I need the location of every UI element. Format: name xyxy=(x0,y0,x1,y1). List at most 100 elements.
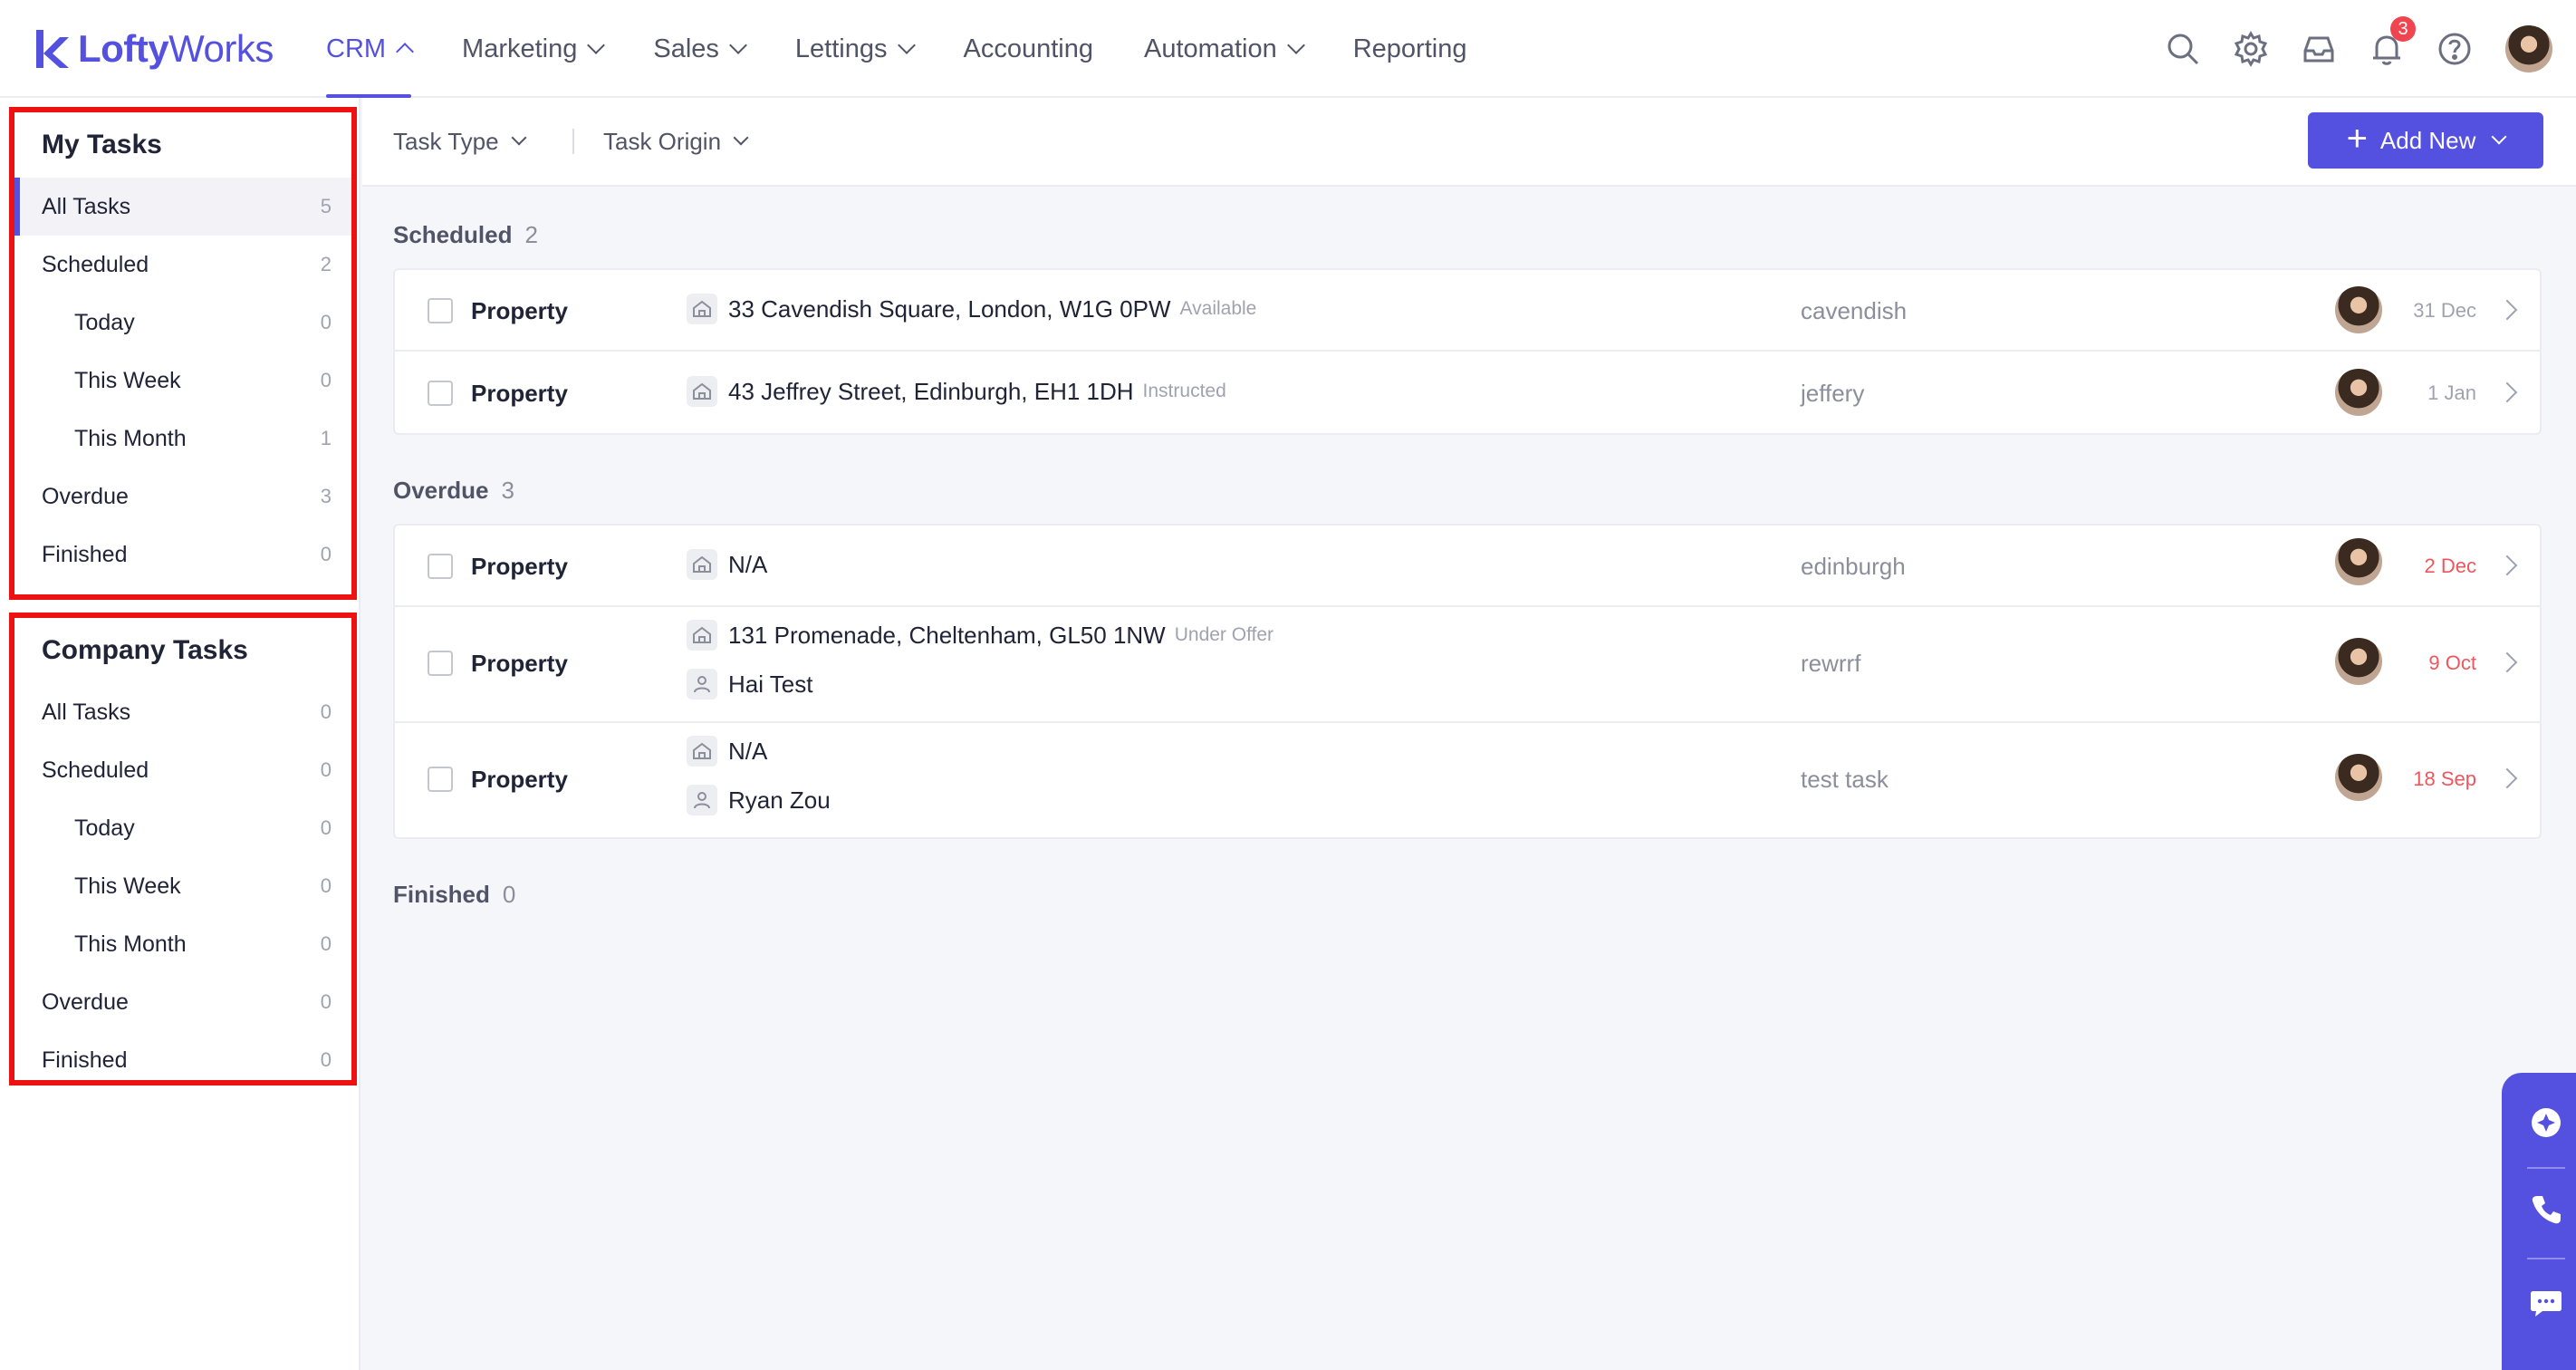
nav-accounting[interactable]: Accounting xyxy=(964,0,1094,98)
task-name: cavendish xyxy=(1801,297,1908,324)
task-row[interactable]: Property N/A edinburgh 2 Dec xyxy=(395,526,2540,607)
task-property: N/A xyxy=(687,549,767,580)
search-icon[interactable] xyxy=(2163,29,2203,69)
company-tasks-overdue[interactable]: Overdue 0 xyxy=(14,973,351,1031)
loftyworks-logo[interactable]: LoftyWorks xyxy=(33,24,274,74)
task-checkbox[interactable] xyxy=(428,554,453,579)
my-tasks-all[interactable]: All Tasks 5 xyxy=(14,178,351,236)
nav-lettings[interactable]: Lettings xyxy=(795,0,916,98)
property-address[interactable]: 33 Cavendish Square, London, W1G 0PW xyxy=(728,295,1171,323)
my-tasks-this-week[interactable]: This Week 0 xyxy=(14,352,351,410)
company-tasks-title: Company Tasks xyxy=(42,635,248,665)
property-address[interactable]: N/A xyxy=(728,551,767,579)
main-nav: CRM Marketing Sales Lettings Accounting … xyxy=(326,0,1517,98)
chevron-right-icon[interactable] xyxy=(2496,767,2518,789)
task-name: edinburgh xyxy=(1801,553,1906,580)
task-row[interactable]: Property N/A Ryan Zou test task 18 Sep xyxy=(395,723,2540,839)
task-due-date: 18 Sep xyxy=(2413,767,2476,790)
task-sidebar: My Tasks All Tasks 5 Scheduled 2 Today 0 Th… xyxy=(0,98,360,1370)
property-status: Available xyxy=(1179,298,1257,319)
scheduled-section-header: Scheduled 2 xyxy=(393,221,538,248)
task-property: 43 Jeffrey Street, Edinburgh, EH1 1DH In… xyxy=(687,376,1226,407)
filter-bar: Task Type Task Origin xyxy=(362,98,2576,187)
house-icon xyxy=(687,620,717,651)
company-tasks-today[interactable]: Today 0 xyxy=(14,799,351,857)
task-origin-filter[interactable]: Task Origin xyxy=(603,123,749,159)
property-status: Instructed xyxy=(1142,381,1226,401)
overdue-task-list: Property N/A edinburgh 2 Dec Property 13… xyxy=(393,524,2542,839)
task-checkbox[interactable] xyxy=(428,767,453,792)
chevron-right-icon[interactable] xyxy=(2496,651,2518,673)
top-navigation-bar: LoftyWorks CRM Marketing Sales Lettings … xyxy=(0,0,2576,98)
company-tasks-all[interactable]: All Tasks 0 xyxy=(14,683,351,741)
contact-name[interactable]: Hai Test xyxy=(728,671,812,699)
task-row[interactable]: Property 33 Cavendish Square, London, W1… xyxy=(395,270,2540,352)
task-type: Property xyxy=(471,380,568,407)
task-row[interactable]: Property 131 Promenade, Cheltenham, GL50… xyxy=(395,607,2540,723)
phone-icon[interactable] xyxy=(2527,1191,2565,1229)
gear-icon[interactable] xyxy=(2231,29,2271,69)
task-row[interactable]: Property 43 Jeffrey Street, Edinburgh, E… xyxy=(395,352,2540,435)
finished-section-header: Finished 0 xyxy=(393,881,516,908)
task-contact: Ryan Zou xyxy=(687,785,831,815)
task-contact: Hai Test xyxy=(687,669,812,699)
chevron-up-icon xyxy=(396,43,414,61)
company-tasks-group: Company Tasks All Tasks 0 Scheduled 0 Toda… xyxy=(9,613,357,1085)
contact-name[interactable]: Ryan Zou xyxy=(728,786,831,815)
task-checkbox[interactable] xyxy=(428,298,453,323)
property-address[interactable]: 131 Promenade, Cheltenham, GL50 1NW xyxy=(728,622,1166,650)
add-new-button[interactable]: + Add New xyxy=(2308,112,2543,169)
task-type: Property xyxy=(471,766,568,793)
assignee-avatar xyxy=(2333,636,2384,687)
floating-support-bar xyxy=(2502,1073,2576,1370)
chat-icon[interactable] xyxy=(2527,1283,2565,1321)
task-property: N/A xyxy=(687,736,767,767)
nav-crm[interactable]: CRM xyxy=(326,0,414,98)
plus-icon: + xyxy=(2346,119,2368,159)
property-address[interactable]: N/A xyxy=(728,738,767,766)
task-due-date: 2 Dec xyxy=(2424,555,2476,577)
assignee-avatar xyxy=(2333,367,2384,418)
my-tasks-scheduled[interactable]: Scheduled 2 xyxy=(14,236,351,294)
top-right-actions: 3 xyxy=(2135,16,2554,76)
chevron-down-icon xyxy=(897,36,916,54)
chevron-right-icon[interactable] xyxy=(2496,555,2518,576)
chevron-down-icon xyxy=(2491,129,2507,145)
task-property: 131 Promenade, Cheltenham, GL50 1NW Unde… xyxy=(687,620,1274,651)
help-icon[interactable] xyxy=(2435,29,2475,69)
task-type-filter[interactable]: Task Type xyxy=(393,123,527,159)
bell-icon[interactable]: 3 xyxy=(2367,16,2416,69)
logo-text-light: Works xyxy=(168,27,274,70)
property-status: Under Offer xyxy=(1174,624,1274,645)
my-tasks-overdue[interactable]: Overdue 3 xyxy=(14,468,351,526)
nav-sales[interactable]: Sales xyxy=(653,0,747,98)
nav-automation[interactable]: Automation xyxy=(1144,0,1305,98)
assignee-avatar xyxy=(2333,752,2384,803)
ai-assistant-icon[interactable] xyxy=(2527,1104,2565,1142)
task-checkbox[interactable] xyxy=(428,651,453,676)
filter-divider xyxy=(572,129,574,154)
chevron-right-icon[interactable] xyxy=(2496,381,2518,403)
company-tasks-this-week[interactable]: This Week 0 xyxy=(14,857,351,915)
property-address[interactable]: 43 Jeffrey Street, Edinburgh, EH1 1DH xyxy=(728,378,1134,406)
task-due-date: 31 Dec xyxy=(2413,299,2476,322)
overdue-section-header: Overdue 3 xyxy=(393,477,514,504)
widget-divider xyxy=(2527,1167,2565,1169)
nav-marketing[interactable]: Marketing xyxy=(462,0,606,98)
my-tasks-finished[interactable]: Finished 0 xyxy=(14,526,351,584)
notification-badge: 3 xyxy=(2390,16,2416,42)
user-avatar[interactable] xyxy=(2504,24,2554,74)
widget-divider xyxy=(2527,1258,2565,1259)
company-tasks-this-month[interactable]: This Month 0 xyxy=(14,915,351,973)
my-tasks-this-month[interactable]: This Month 1 xyxy=(14,410,351,468)
inbox-icon[interactable] xyxy=(2299,29,2339,69)
task-type: Property xyxy=(471,650,568,677)
company-tasks-finished[interactable]: Finished 0 xyxy=(14,1031,351,1089)
task-type: Property xyxy=(471,553,568,580)
task-checkbox[interactable] xyxy=(428,381,453,406)
nav-reporting[interactable]: Reporting xyxy=(1353,0,1467,98)
logo-text-bold: Lofty xyxy=(78,27,169,70)
chevron-right-icon[interactable] xyxy=(2496,299,2518,321)
my-tasks-today[interactable]: Today 0 xyxy=(14,294,351,352)
company-tasks-scheduled[interactable]: Scheduled 0 xyxy=(14,741,351,799)
